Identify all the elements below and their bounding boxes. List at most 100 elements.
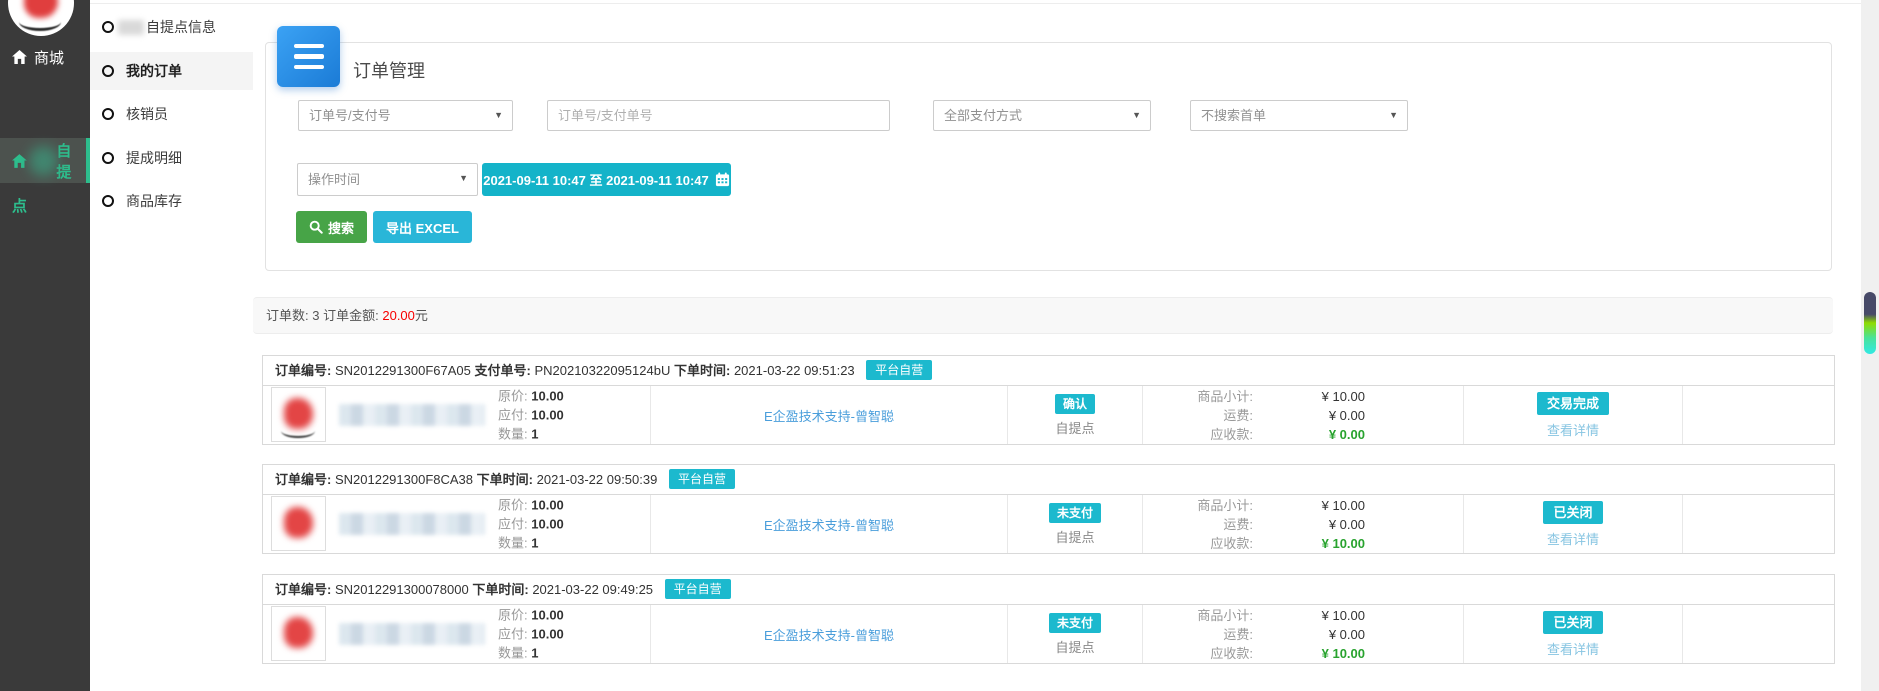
subtotal-value: ¥ 10.00 bbox=[1253, 606, 1365, 625]
qty-label: 数量: bbox=[498, 536, 528, 551]
order-header: 订单编号: SN2012291300F67A05 支付单号: PN2021032… bbox=[263, 356, 1834, 386]
delivery-type: 自提点 bbox=[1055, 418, 1094, 437]
radio-circle-icon bbox=[102, 195, 114, 207]
shipping-label: 运费: bbox=[1143, 515, 1253, 534]
menu-item-verifier[interactable]: 核销员 bbox=[90, 95, 253, 133]
shipping-label: 运费: bbox=[1143, 406, 1253, 425]
order-status-cell: 已关闭 查看详情 bbox=[1464, 605, 1683, 663]
view-detail-link[interactable]: 查看详情 bbox=[1547, 639, 1599, 658]
radio-circle-icon bbox=[102, 108, 114, 120]
sidebar-item-mall-label: 商城 bbox=[34, 47, 64, 68]
scrollbar-track bbox=[1861, 0, 1879, 691]
order-field-select[interactable]: 订单号/支付号 ▼ bbox=[298, 100, 513, 131]
order-block: 订单编号: SN2012291300F67A05 支付单号: PN2021032… bbox=[262, 355, 1835, 445]
pay-status-badge[interactable]: 确认 bbox=[1055, 394, 1095, 414]
menu-item-stock[interactable]: 商品库存 bbox=[90, 182, 253, 220]
order-number-input[interactable] bbox=[547, 100, 890, 131]
order-row: 原价: 10.00 应付: 10.00 数量: 1 E企盈技术支持-曾智聪 确认… bbox=[263, 386, 1834, 444]
sidebar-item-pickup-label-wrap: 点 bbox=[12, 195, 27, 216]
empty-cell bbox=[1683, 386, 1834, 444]
order-summary-bar: 订单数: 3 订单金额: 20.00元 bbox=[253, 297, 1833, 334]
shipping-value: ¥ 0.00 bbox=[1253, 515, 1365, 534]
home-icon bbox=[12, 50, 27, 64]
payable-value: 10.00 bbox=[531, 517, 564, 532]
customer-link[interactable]: E企盈技术支持-曾智聪 bbox=[764, 515, 894, 534]
view-detail-link[interactable]: 查看详情 bbox=[1547, 529, 1599, 548]
menu-item-label: 商品库存 bbox=[126, 191, 182, 211]
product-image bbox=[271, 387, 326, 442]
radio-circle-icon bbox=[102, 21, 114, 33]
select-value: 全部支付方式 bbox=[944, 108, 1022, 123]
divider bbox=[90, 3, 1861, 4]
order-amount-unit: 元 bbox=[415, 308, 428, 323]
platform-tag-badge: 平台自营 bbox=[866, 360, 932, 380]
price-value: 10.00 bbox=[531, 608, 564, 623]
price-label: 原价: bbox=[498, 498, 528, 513]
sidebar-item-mall[interactable]: 商城 bbox=[0, 44, 90, 70]
order-no-label: 订单编号: bbox=[275, 582, 331, 597]
order-block: 订单编号: SN2012291300078000 下单时间: 2021-03-2… bbox=[262, 574, 1835, 664]
redacted-blur bbox=[284, 617, 313, 648]
redacted-blur bbox=[281, 424, 315, 438]
qty-value: 1 bbox=[531, 646, 538, 661]
product-cell: 原价: 10.00 应付: 10.00 数量: 1 bbox=[263, 605, 651, 663]
menu-item-commission[interactable]: 提成明细 bbox=[90, 139, 253, 177]
chevron-down-icon: ▼ bbox=[1132, 101, 1141, 130]
product-image bbox=[271, 496, 326, 551]
search-panel bbox=[265, 42, 1832, 271]
menu-item-label: 提成明细 bbox=[126, 148, 182, 168]
price-label: 原价: bbox=[498, 608, 528, 623]
shipping-label: 运费: bbox=[1143, 625, 1253, 644]
payable-label: 应付: bbox=[498, 627, 528, 642]
view-detail-link[interactable]: 查看详情 bbox=[1547, 420, 1599, 439]
amounts-cell: 商品小计:¥ 10.00 运费:¥ 0.00 应收款:¥ 10.00 bbox=[1143, 495, 1464, 553]
export-excel-button[interactable]: 导出 EXCEL bbox=[373, 211, 472, 243]
order-row: 原价: 10.00 应付: 10.00 数量: 1 E企盈技术支持-曾智聪 未支… bbox=[263, 495, 1834, 553]
menu-item-label: 核销员 bbox=[126, 104, 168, 124]
receivable-label: 应收款: bbox=[1143, 425, 1253, 444]
receivable-value: ¥ 10.00 bbox=[1253, 644, 1365, 663]
receivable-label: 应收款: bbox=[1143, 534, 1253, 553]
redacted-blur bbox=[118, 20, 144, 35]
search-button[interactable]: 搜索 bbox=[296, 211, 367, 243]
order-status-cell: 交易完成 查看详情 bbox=[1464, 386, 1683, 444]
time-type-select[interactable]: 操作时间 ▼ bbox=[297, 163, 478, 196]
date-range-value: 2021-09-11 10:47 至 2021-09-11 10:47 bbox=[483, 170, 709, 189]
menu-item-my-orders[interactable]: 我的订单 bbox=[90, 52, 253, 90]
subtotal-label: 商品小计: bbox=[1143, 496, 1253, 515]
scrollbar-thumb[interactable] bbox=[1864, 292, 1876, 354]
customer-cell: E企盈技术支持-曾智聪 bbox=[651, 605, 1008, 663]
delivery-type: 自提点 bbox=[1055, 527, 1094, 546]
payable-value: 10.00 bbox=[531, 408, 564, 423]
order-amount-label: 订单金额: bbox=[323, 308, 379, 323]
page-title: 订单管理 bbox=[353, 57, 425, 83]
date-range-button[interactable]: 2021-09-11 10:47 至 2021-09-11 10:47 bbox=[482, 163, 731, 196]
customer-link[interactable]: E企盈技术支持-曾智聪 bbox=[764, 625, 894, 644]
radio-circle-icon bbox=[102, 65, 114, 77]
select-value: 操作时间 bbox=[308, 172, 360, 187]
order-no-value: SN2012291300078000 bbox=[335, 582, 469, 597]
page: 商城 自提 点 自提点信息 我的订单 核销员 提成明细 商品库存 bbox=[0, 0, 1879, 691]
order-time-label: 下单时间: bbox=[674, 363, 730, 378]
order-status-badge: 已关闭 bbox=[1543, 611, 1602, 634]
order-status-badge: 交易完成 bbox=[1537, 392, 1609, 415]
order-amount-value: 20.00 bbox=[382, 308, 415, 323]
dark-sidebar: 商城 自提 点 bbox=[0, 0, 90, 691]
redacted-blur bbox=[284, 507, 313, 538]
pay-method-select[interactable]: 全部支付方式 ▼ bbox=[933, 100, 1151, 131]
order-row: 原价: 10.00 应付: 10.00 数量: 1 E企盈技术支持-曾智聪 未支… bbox=[263, 605, 1834, 663]
order-time-label: 下单时间: bbox=[472, 582, 528, 597]
product-name-redacted bbox=[339, 623, 485, 645]
order-time-value: 2021-03-22 09:50:39 bbox=[537, 472, 658, 487]
amounts-cell: 商品小计:¥ 10.00 运费:¥ 0.00 应收款:¥ 10.00 bbox=[1143, 605, 1464, 663]
sidebar-item-pickup-point[interactable]: 自提 bbox=[0, 138, 90, 183]
order-status-cell: 已关闭 查看详情 bbox=[1464, 495, 1683, 553]
menu-item-pickup-info[interactable]: 自提点信息 bbox=[90, 8, 253, 46]
hamburger-menu-button[interactable] bbox=[277, 26, 340, 87]
search-icon bbox=[309, 220, 323, 234]
customer-link[interactable]: E企盈技术支持-曾智聪 bbox=[764, 406, 894, 425]
amounts-cell: 商品小计:¥ 10.00 运费:¥ 0.00 应收款:¥ 0.00 bbox=[1143, 386, 1464, 444]
chevron-down-icon: ▼ bbox=[1389, 101, 1398, 130]
first-order-select[interactable]: 不搜索首单 ▼ bbox=[1190, 100, 1408, 131]
logo-arc-text bbox=[19, 13, 61, 31]
